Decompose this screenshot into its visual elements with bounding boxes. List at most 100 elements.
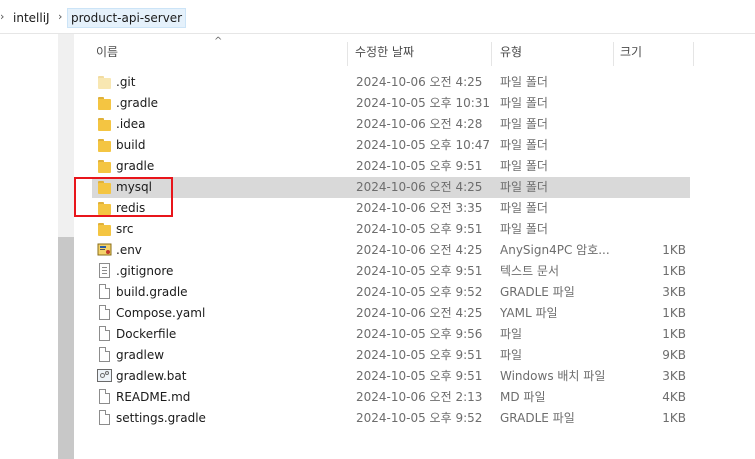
column-divider[interactable] bbox=[491, 42, 492, 66]
folder-icon bbox=[98, 97, 111, 110]
file-type: 파일 폴더 bbox=[500, 159, 548, 173]
file-size: 4KB bbox=[662, 390, 686, 404]
file-size: 1KB bbox=[662, 306, 686, 320]
file-name: settings.gradle bbox=[116, 411, 206, 425]
file-row[interactable]: .gradle 2024-10-05 오후 10:31 파일 폴더 bbox=[92, 93, 690, 114]
address-bar: › intelliJ › product-api-server bbox=[0, 0, 755, 34]
breadcrumb-item-intellij[interactable]: intelliJ bbox=[10, 8, 53, 28]
file-icon bbox=[99, 410, 110, 425]
file-modified: 2024-10-05 오후 9:51 bbox=[356, 348, 483, 362]
file-name: gradlew bbox=[116, 348, 165, 362]
file-modified: 2024-10-05 오후 10:47 bbox=[356, 138, 491, 152]
file-icon bbox=[99, 305, 110, 320]
file-modified: 2024-10-06 오전 2:13 bbox=[356, 390, 483, 404]
breadcrumb-item-current[interactable]: product-api-server bbox=[67, 8, 187, 28]
column-divider[interactable] bbox=[613, 42, 614, 66]
folder-icon bbox=[98, 181, 111, 194]
file-size bbox=[590, 135, 686, 156]
column-header-modified[interactable]: 수정한 날짜 bbox=[355, 42, 491, 70]
chevron-right-icon[interactable]: › bbox=[0, 10, 4, 23]
file-size: 1KB bbox=[662, 327, 686, 341]
file-name: gradlew.bat bbox=[116, 369, 187, 383]
file-type: 파일 폴더 bbox=[500, 96, 548, 110]
file-type: GRADLE 파일 bbox=[500, 285, 575, 299]
file-size bbox=[590, 93, 686, 114]
file-name: mysql bbox=[116, 180, 152, 194]
file-row[interactable]: .env 2024-10-06 오전 4:25 AnySign4PC 암호... 1K… bbox=[92, 240, 690, 261]
file-type: MD 파일 bbox=[500, 390, 546, 404]
file-row[interactable]: gradle 2024-10-05 오후 9:51 파일 폴더 bbox=[92, 156, 690, 177]
file-modified: 2024-10-05 오후 9:51 bbox=[356, 369, 483, 383]
folder-icon bbox=[98, 202, 111, 215]
file-modified: 2024-10-05 오후 9:52 bbox=[356, 411, 483, 425]
file-row[interactable]: settings.gradle 2024-10-05 오후 9:52 GRADLE … bbox=[92, 408, 690, 429]
file-modified: 2024-10-06 오전 4:25 bbox=[356, 180, 483, 194]
file-name: .env bbox=[116, 243, 142, 257]
column-divider[interactable] bbox=[347, 42, 348, 66]
file-modified: 2024-10-05 오후 9:56 bbox=[356, 327, 483, 341]
file-name: build.gradle bbox=[116, 285, 188, 299]
file-size: 1KB bbox=[662, 243, 686, 257]
file-modified: 2024-10-06 오전 4:25 bbox=[356, 243, 483, 257]
file-modified: 2024-10-05 오후 9:51 bbox=[356, 264, 483, 278]
file-type: 파일 폴더 bbox=[500, 201, 548, 215]
file-type: GRADLE 파일 bbox=[500, 411, 575, 425]
column-divider[interactable] bbox=[693, 42, 694, 66]
file-type: 파일 폴더 bbox=[500, 117, 548, 131]
folder-icon bbox=[98, 139, 111, 152]
file-modified: 2024-10-06 오전 4:25 bbox=[356, 306, 483, 320]
file-row[interactable]: build.gradle 2024-10-05 오후 9:52 GRADLE 파일 3… bbox=[92, 282, 690, 303]
text-file-icon bbox=[99, 263, 110, 278]
file-size: 1KB bbox=[662, 264, 686, 278]
file-row[interactable]: gradlew.bat 2024-10-05 오후 9:51 Windows 배치 … bbox=[92, 366, 690, 387]
file-modified: 2024-10-06 오전 4:25 bbox=[356, 75, 483, 89]
file-row[interactable]: Dockerfile 2024-10-05 오후 9:56 파일 1KB bbox=[92, 324, 690, 345]
file-row[interactable]: build 2024-10-05 오후 10:47 파일 폴더 bbox=[92, 135, 690, 156]
file-name: build bbox=[116, 138, 146, 152]
file-type: YAML 파일 bbox=[500, 306, 558, 320]
file-row[interactable]: Compose.yaml 2024-10-06 오전 4:25 YAML 파일 1KB bbox=[92, 303, 690, 324]
file-icon bbox=[99, 389, 110, 404]
chevron-right-icon[interactable]: › bbox=[58, 10, 62, 23]
file-type: 텍스트 문서 bbox=[500, 264, 560, 278]
file-type: 파일 bbox=[500, 327, 523, 341]
file-modified: 2024-10-05 오후 9:52 bbox=[356, 285, 483, 299]
file-row[interactable]: .idea 2024-10-06 오전 4:28 파일 폴더 bbox=[92, 114, 690, 135]
file-row[interactable]: README.md 2024-10-06 오전 2:13 MD 파일 4KB bbox=[92, 387, 690, 408]
file-row[interactable]: src 2024-10-05 오후 9:51 파일 폴더 bbox=[92, 219, 690, 240]
file-type: 파일 폴더 bbox=[500, 180, 548, 194]
file-row[interactable]: .git 2024-10-06 오전 4:25 파일 폴더 bbox=[92, 72, 690, 93]
file-name: .git bbox=[116, 75, 136, 89]
scrollbar-thumb[interactable] bbox=[58, 237, 74, 459]
batch-file-icon bbox=[97, 369, 112, 382]
file-size: 1KB bbox=[662, 411, 686, 425]
file-size bbox=[590, 156, 686, 177]
file-name: .gitignore bbox=[116, 264, 174, 278]
vertical-scrollbar[interactable] bbox=[58, 34, 74, 459]
file-name: src bbox=[116, 222, 134, 236]
folder-icon bbox=[98, 118, 111, 131]
file-size: 3KB bbox=[662, 285, 686, 299]
file-size: 3KB bbox=[662, 369, 686, 383]
file-modified: 2024-10-06 오전 4:28 bbox=[356, 117, 483, 131]
column-header-type[interactable]: 유형 bbox=[500, 42, 610, 70]
folder-icon bbox=[98, 76, 111, 89]
file-size bbox=[590, 177, 686, 198]
file-row[interactable]: mysql 2024-10-06 오전 4:25 파일 폴더 bbox=[92, 177, 690, 198]
file-icon bbox=[99, 347, 110, 362]
file-name: Compose.yaml bbox=[116, 306, 206, 320]
file-icon bbox=[99, 284, 110, 299]
file-modified: 2024-10-05 오후 9:51 bbox=[356, 159, 483, 173]
file-type: 파일 bbox=[500, 348, 523, 362]
column-header-size[interactable]: 크기 bbox=[620, 42, 690, 70]
column-header-name[interactable]: 이름 bbox=[96, 42, 346, 70]
file-name: gradle bbox=[116, 159, 155, 173]
file-modified: 2024-10-05 오후 9:51 bbox=[356, 222, 483, 236]
file-name: .gradle bbox=[116, 96, 159, 110]
file-row[interactable]: gradlew 2024-10-05 오후 9:51 파일 9KB bbox=[92, 345, 690, 366]
file-modified: 2024-10-05 오후 10:31 bbox=[356, 96, 491, 110]
file-row[interactable]: .gitignore 2024-10-05 오후 9:51 텍스트 문서 1KB bbox=[92, 261, 690, 282]
file-name: README.md bbox=[116, 390, 191, 404]
file-type: 파일 폴더 bbox=[500, 138, 548, 152]
file-row[interactable]: redis 2024-10-06 오전 3:35 파일 폴더 bbox=[92, 198, 690, 219]
